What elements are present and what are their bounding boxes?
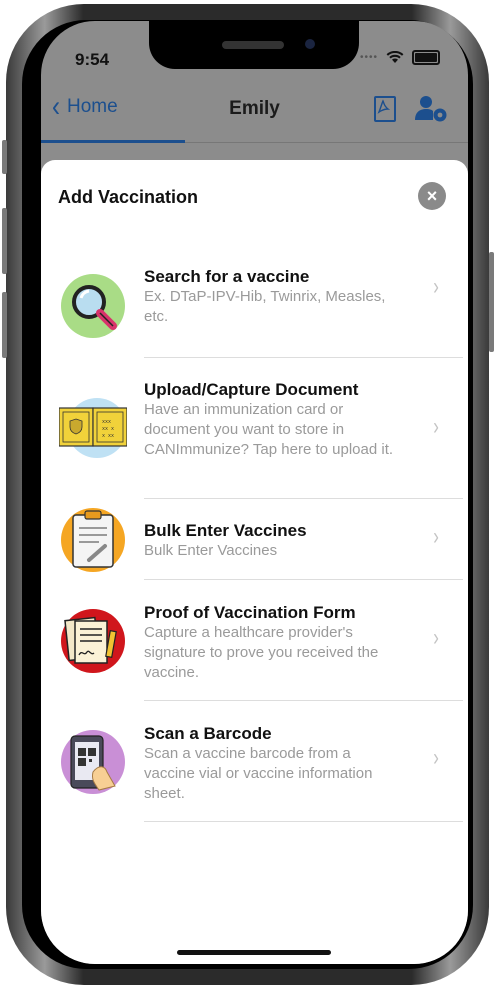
item-text: Scan a Barcode Scan a vaccine barcode fr…: [144, 723, 394, 804]
item-subtitle: Scan a vaccine barcode from a vaccine vi…: [144, 745, 373, 802]
divider: [144, 821, 463, 822]
add-vaccination-sheet: Add Vaccination × Search for a vaccine E…: [41, 160, 468, 964]
item-subtitle: Ex. DTaP-IPV-Hib, Twinrix, Measles, etc.: [144, 288, 386, 325]
svg-text:xx x: xx x: [102, 426, 114, 432]
list-item-scan-barcode[interactable]: Scan a Barcode Scan a vaccine barcode fr…: [41, 701, 468, 821]
wifi-icon: [386, 51, 404, 63]
active-tab-indicator: [41, 140, 185, 143]
notch: [149, 21, 359, 69]
front-camera: [305, 39, 315, 49]
item-title: Proof of Vaccination Form: [144, 603, 356, 622]
signed-form-icon: [61, 609, 125, 673]
user-settings-icon[interactable]: [414, 93, 448, 123]
magnifier-icon: [61, 274, 125, 338]
nav-bar: ‹ Home Emily: [41, 89, 468, 139]
item-subtitle: Have an immunization card or document yo…: [144, 401, 394, 458]
silent-switch: [2, 140, 7, 174]
page-title: Emily: [229, 98, 280, 119]
list-item-bulk-enter[interactable]: Bulk Enter Vaccines Bulk Enter Vaccines …: [41, 499, 468, 579]
list-item-search-vaccine[interactable]: Search for a vaccine Ex. DTaP-IPV-Hib, T…: [41, 248, 468, 358]
clipboard-icon: [61, 508, 125, 572]
item-title: Upload/Capture Document: [144, 380, 359, 399]
battery-icon: [412, 50, 440, 65]
immunization-card-icon: xxx xx x x xx: [59, 398, 127, 458]
home-indicator[interactable]: [177, 950, 331, 955]
screen: 9:54 •••• ‹ Home Emily Add Vaccination ×…: [41, 21, 468, 964]
item-title: Scan a Barcode: [144, 724, 272, 743]
power-button: [489, 252, 494, 352]
chevron-right-icon: ›: [433, 413, 439, 440]
signal-icon: ••••: [359, 52, 378, 63]
volume-up-button: [2, 208, 7, 274]
item-text: Proof of Vaccination Form Capture a heal…: [144, 602, 394, 683]
item-title: Bulk Enter Vaccines: [144, 521, 307, 540]
pdf-icon[interactable]: [374, 96, 396, 122]
close-button[interactable]: ×: [418, 182, 446, 210]
item-text: Search for a vaccine Ex. DTaP-IPV-Hib, T…: [144, 266, 394, 327]
svg-text:xxx: xxx: [102, 419, 111, 425]
chevron-right-icon: ›: [433, 273, 439, 300]
volume-down-button: [2, 292, 7, 358]
speaker: [222, 41, 284, 49]
close-icon: ×: [426, 186, 438, 206]
chevron-right-icon: ›: [433, 624, 439, 651]
item-subtitle: Bulk Enter Vaccines: [144, 542, 278, 559]
sheet-title: Add Vaccination: [58, 187, 199, 207]
qr-scan-phone-icon: [61, 730, 125, 794]
item-text: Bulk Enter Vaccines Bulk Enter Vaccines: [144, 520, 394, 561]
list-item-upload-document[interactable]: xxx xx x x xx Upload/Capture Document Ha…: [41, 358, 468, 498]
status-icons: ••••: [360, 50, 440, 65]
svg-text:x xx: x xx: [102, 433, 114, 439]
item-text: Upload/Capture Document Have an immuniza…: [144, 379, 394, 460]
item-title: Search for a vaccine: [144, 267, 310, 286]
chevron-right-icon: ›: [433, 523, 439, 550]
item-subtitle: Capture a healthcare provider's signatur…: [144, 624, 379, 681]
status-time: 9:54: [75, 50, 110, 69]
list-item-proof-of-vaccination[interactable]: Proof of Vaccination Form Capture a heal…: [41, 580, 468, 700]
chevron-right-icon: ›: [433, 744, 439, 771]
